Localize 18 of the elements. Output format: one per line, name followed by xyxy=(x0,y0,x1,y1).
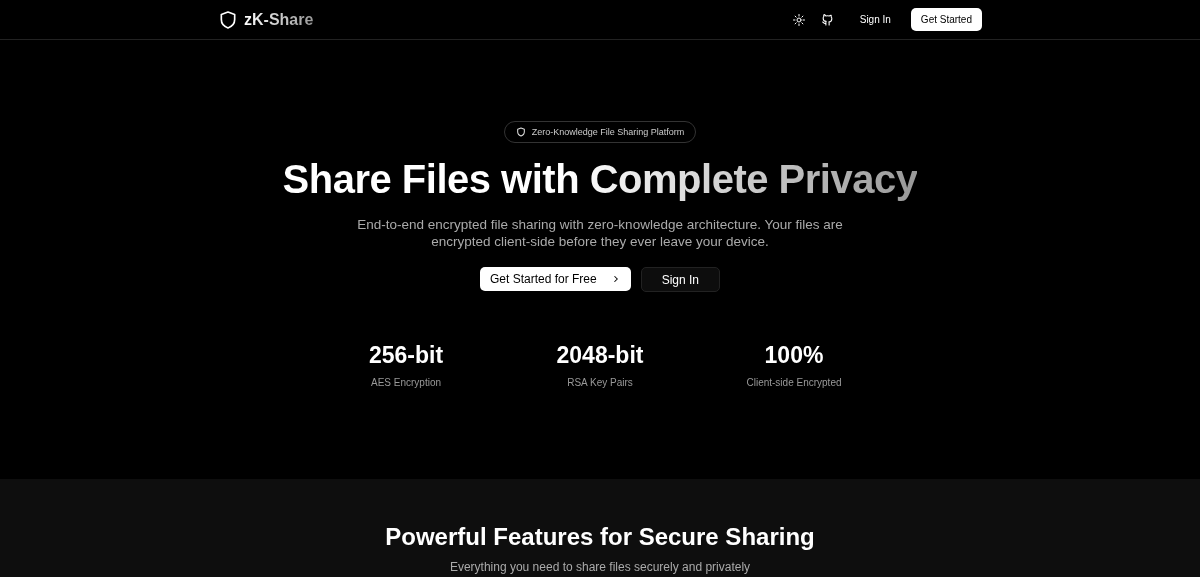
shield-icon xyxy=(218,9,238,30)
sign-in-button[interactable]: Sign In xyxy=(640,267,721,292)
stat-label: RSA Key Pairs xyxy=(567,377,633,388)
stat-label: AES Encryption xyxy=(370,377,441,388)
hero-description: End-to-end encrypted file sharing with zero-knowledge architecture. Your files are encrypted client-side before they ever leave your device. xyxy=(356,216,844,250)
stat-value: 2048-bit xyxy=(556,342,644,369)
get-started-button[interactable]: Get Started xyxy=(910,8,982,31)
sun-icon[interactable] xyxy=(792,13,805,26)
stat-value: 256-bit xyxy=(368,342,444,369)
shield-icon xyxy=(515,127,526,137)
badge-text: Zero-Knowledge File Sharing Platform xyxy=(531,127,685,137)
features-subtitle: Everything you need to share files securely and privately xyxy=(449,560,751,574)
github-icon[interactable] xyxy=(820,13,834,26)
stat-label: Client-side Encrypted xyxy=(746,377,842,388)
get-started-free-button[interactable]: Get Started for Free xyxy=(479,267,631,291)
sign-in-link[interactable]: Sign In xyxy=(859,14,891,25)
stat-value: 100% xyxy=(764,342,824,369)
features-title: Powerful Features for Secure Sharing xyxy=(385,523,815,551)
